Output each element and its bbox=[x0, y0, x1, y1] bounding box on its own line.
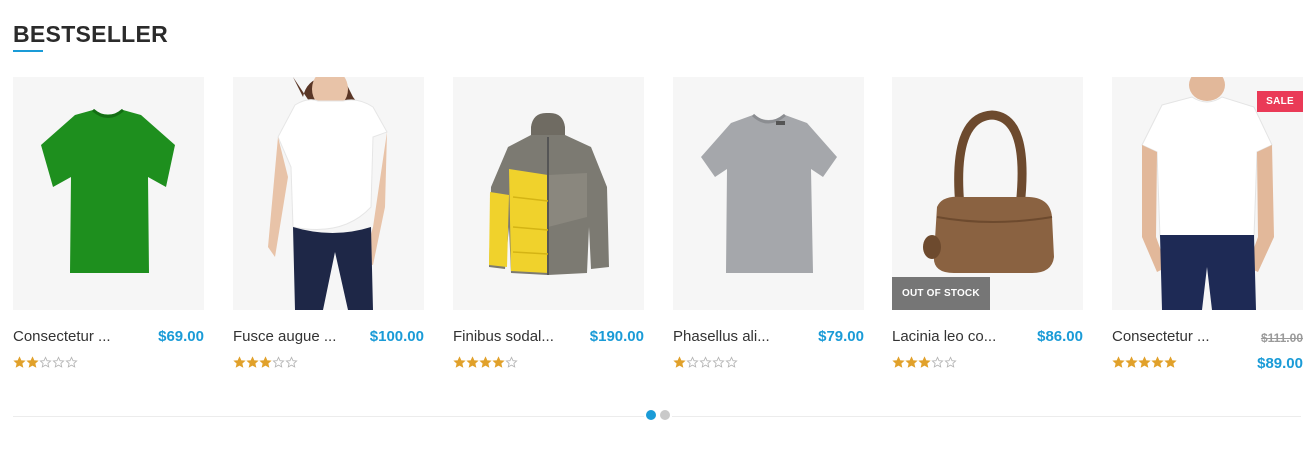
product-image-brown-handbag[interactable]: OUT OF STOCK bbox=[892, 77, 1083, 310]
product-price: $86.00 bbox=[1037, 328, 1083, 345]
rating-stars bbox=[233, 356, 298, 369]
star-filled-icon bbox=[1138, 356, 1151, 369]
star-filled-icon bbox=[1164, 356, 1177, 369]
title-underline bbox=[13, 50, 43, 52]
star-empty-icon bbox=[272, 356, 285, 369]
star-empty-icon bbox=[285, 356, 298, 369]
star-filled-icon bbox=[453, 356, 466, 369]
star-empty-icon bbox=[505, 356, 518, 369]
star-filled-icon bbox=[905, 356, 918, 369]
star-filled-icon bbox=[466, 356, 479, 369]
green-tshirt-image bbox=[41, 108, 175, 273]
star-filled-icon bbox=[673, 356, 686, 369]
product-name[interactable]: Consectetur ... bbox=[1112, 328, 1224, 346]
star-filled-icon bbox=[233, 356, 246, 369]
grey-tshirt-image bbox=[701, 113, 837, 273]
product-card[interactable]: OUT OF STOCK Lacinia leo co... $86.00 bbox=[892, 77, 1083, 377]
carousel-pagination bbox=[644, 410, 672, 420]
product-card[interactable]: Fusce augue ... $100.00 bbox=[233, 77, 424, 377]
product-name[interactable]: Consectetur ... bbox=[13, 328, 125, 346]
star-empty-icon bbox=[686, 356, 699, 369]
sale-badge: SALE bbox=[1257, 91, 1303, 112]
rating-stars bbox=[1112, 356, 1177, 369]
product-card[interactable]: Phasellus ali... $79.00 bbox=[673, 77, 864, 377]
star-filled-icon bbox=[26, 356, 39, 369]
star-filled-icon bbox=[492, 356, 505, 369]
product-grid: Consectetur ... $69.00 Fusce augue ... $… bbox=[13, 77, 1303, 377]
product-name[interactable]: Finibus sodal... bbox=[453, 328, 565, 346]
star-empty-icon bbox=[931, 356, 944, 369]
star-filled-icon bbox=[892, 356, 905, 369]
star-filled-icon bbox=[246, 356, 259, 369]
rating-stars bbox=[13, 356, 78, 369]
carousel-dot-1[interactable] bbox=[646, 410, 656, 420]
product-name[interactable]: Lacinia leo co... bbox=[892, 328, 1004, 346]
carousel-dot-2[interactable] bbox=[660, 410, 670, 420]
star-filled-icon bbox=[479, 356, 492, 369]
section-title: BESTSELLER bbox=[13, 21, 169, 47]
star-empty-icon bbox=[39, 356, 52, 369]
star-filled-icon bbox=[1151, 356, 1164, 369]
star-filled-icon bbox=[918, 356, 931, 369]
rating-stars bbox=[892, 356, 957, 369]
product-card[interactable]: Finibus sodal... $190.00 bbox=[453, 77, 644, 377]
product-image-woman-white-tshirt[interactable] bbox=[233, 77, 424, 310]
star-filled-icon bbox=[13, 356, 26, 369]
product-price: $190.00 bbox=[589, 328, 644, 345]
star-empty-icon bbox=[712, 356, 725, 369]
rating-stars bbox=[673, 356, 738, 369]
product-card[interactable]: SALE Consectetur ... $111.00 $89.00 bbox=[1112, 77, 1303, 377]
star-filled-icon bbox=[1125, 356, 1138, 369]
handbag-image bbox=[923, 110, 1054, 273]
product-image-yellow-grey-jacket[interactable] bbox=[453, 77, 644, 310]
product-image-man-white-tshirt[interactable]: SALE bbox=[1112, 77, 1303, 310]
star-empty-icon bbox=[944, 356, 957, 369]
product-price: $69.00 bbox=[158, 328, 204, 345]
product-name[interactable]: Fusce augue ... bbox=[233, 328, 345, 346]
star-empty-icon bbox=[65, 356, 78, 369]
product-price: $79.00 bbox=[818, 328, 864, 345]
product-price: $89.00 bbox=[1257, 355, 1303, 372]
product-price: $100.00 bbox=[369, 328, 424, 345]
star-empty-icon bbox=[725, 356, 738, 369]
product-old-price: $111.00 bbox=[1260, 331, 1303, 345]
star-empty-icon bbox=[52, 356, 65, 369]
product-card[interactable]: Consectetur ... $69.00 bbox=[13, 77, 204, 377]
product-image-green-tshirt[interactable] bbox=[13, 77, 204, 310]
star-filled-icon bbox=[259, 356, 272, 369]
star-empty-icon bbox=[699, 356, 712, 369]
star-filled-icon bbox=[1112, 356, 1125, 369]
rating-stars bbox=[453, 356, 518, 369]
product-image-grey-tshirt[interactable] bbox=[673, 77, 864, 310]
woman-tshirt-image bbox=[268, 77, 388, 310]
jacket-image bbox=[489, 112, 609, 275]
product-name[interactable]: Phasellus ali... bbox=[673, 328, 785, 346]
out-of-stock-badge: OUT OF STOCK bbox=[892, 277, 990, 310]
